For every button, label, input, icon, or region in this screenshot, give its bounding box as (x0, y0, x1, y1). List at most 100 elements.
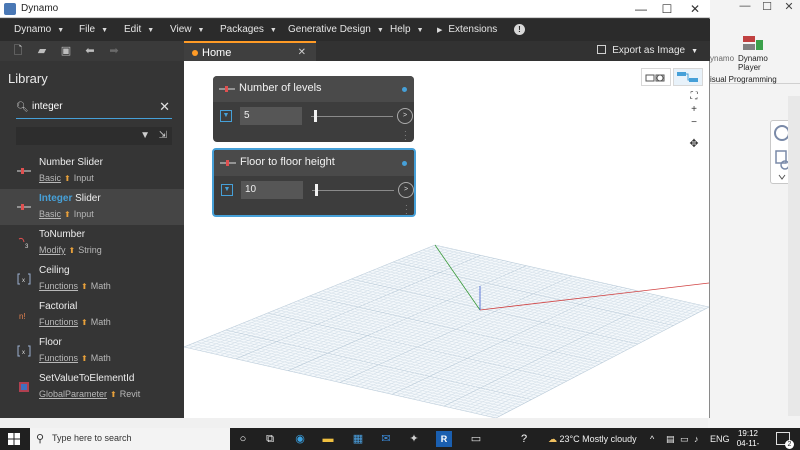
cortana-icon[interactable]: ○ (235, 431, 251, 447)
edge-browser-icon[interactable]: ◉ (292, 431, 308, 447)
pan-icon[interactable]: ✥ (688, 137, 700, 150)
category-link[interactable]: Functions (39, 281, 78, 291)
tab-home[interactable]: Home ✕ (184, 41, 316, 62)
node-status-dot (402, 161, 407, 166)
menu-packages[interactable]: Packages ▼ (220, 19, 277, 41)
close-button[interactable]: ✕ (682, 1, 708, 17)
expand-icon[interactable]: ▼ (220, 110, 232, 122)
library-item[interactable]: 3 ToNumber Modify ⬆ String (0, 225, 184, 261)
library-search-value[interactable]: integer (32, 101, 63, 112)
revit-maximize-button[interactable]: ☐ (760, 0, 774, 18)
window-title: Dynamo (21, 3, 59, 14)
zoom-out-icon[interactable]: − (688, 116, 700, 129)
visual-programming-label: isual Programming (710, 75, 777, 84)
app-icon[interactable]: ✦ (406, 431, 422, 447)
library-item[interactable]: SetValueToElementId GlobalParameter ⬆ Revi… (0, 369, 184, 405)
battery-icon[interactable]: ▭ (680, 428, 689, 450)
slider-thumb[interactable] (315, 184, 318, 196)
library-item-selected[interactable]: Integer Slider Basic ⬆ Input (0, 189, 184, 225)
file-explorer-icon[interactable]: ▬ (320, 431, 336, 447)
save-icon[interactable]: ▣ (60, 45, 72, 57)
notification-center-icon[interactable]: 2 (776, 432, 794, 449)
revit-minimize-button[interactable]: — (738, 0, 752, 18)
undo-icon[interactable]: ⬅ (84, 45, 96, 57)
library-item[interactable]: n! Factorial Functions ⬆ Math (0, 297, 184, 333)
library-item[interactable]: x Ceiling Functions ⬆ Math (0, 261, 184, 297)
windows-start-icon[interactable] (8, 433, 20, 445)
dynamo-player-icon[interactable] (742, 34, 764, 54)
integer-slider-node-selected[interactable]: Floor to floor height ▼ 10 > · · · (212, 148, 416, 218)
redo-icon[interactable]: ➡ (108, 45, 120, 57)
filter-icon[interactable]: ▼ (140, 130, 150, 141)
help-icon[interactable]: ? (516, 431, 532, 447)
zoom-fit-icon[interactable]: ⛶ (688, 90, 700, 103)
taskbar-clock[interactable]: 19:12 04-11-2022 (728, 429, 768, 450)
clear-search-icon[interactable]: ✕ (159, 99, 170, 115)
revit-taskbar-icon[interactable]: R (436, 431, 452, 447)
menu-view[interactable]: View ▼ (170, 19, 204, 41)
integer-slider-node[interactable]: Number of levels ▼ 5 > · · · (213, 76, 414, 144)
menu-extensions[interactable]: ▶ Extensions (437, 19, 497, 41)
output-port[interactable]: > (397, 108, 413, 124)
new-file-icon[interactable]: 🗋 (12, 45, 24, 57)
graph-view-toggle[interactable] (673, 68, 703, 86)
graph-canvas[interactable]: ⛶ + − ✥ Number of levels ▼ 5 > · · · Flo… (184, 61, 709, 418)
menu-generative-design[interactable]: Generative Design ▼ (288, 19, 384, 41)
expand-icon[interactable]: ▼ (221, 184, 233, 196)
export-as-image-button[interactable]: Export as Image ▼ (597, 41, 698, 61)
slider-track[interactable] (311, 116, 393, 117)
library-title: Library (8, 71, 48, 86)
language-indicator[interactable]: ENG (710, 428, 730, 450)
windows-taskbar: ⚲ Type here to search ○ ⧉ ◉ ▬ ▦ ✉ ✦ R ▭ … (0, 428, 800, 450)
menu-edit[interactable]: Edit ▼ (124, 19, 154, 41)
layout-icon[interactable]: ⇲ (159, 130, 167, 141)
output-port[interactable]: > (398, 182, 414, 198)
store-icon[interactable]: ▦ (350, 431, 366, 447)
volume-icon[interactable]: ♪ (694, 428, 699, 450)
network-icon[interactable]: ▤ (666, 428, 675, 450)
maximize-button[interactable]: ☐ (654, 1, 680, 17)
revit-dynamo-label: ynamo (710, 54, 735, 63)
node-menu-icon[interactable]: · · · (405, 202, 409, 218)
weather-widget[interactable]: ☁ 23°C Mostly cloudy (548, 428, 637, 450)
category-link[interactable]: GlobalParameter (39, 389, 107, 399)
info-icon[interactable]: ! (514, 24, 525, 35)
node-header[interactable]: Floor to floor height (214, 150, 414, 176)
geometry-view-toggle[interactable] (641, 68, 671, 86)
library-item[interactable]: Number Slider Basic ⬆ Input (0, 153, 184, 189)
slider-track[interactable] (312, 190, 394, 191)
open-folder-icon[interactable]: ▰ (36, 45, 48, 57)
taskbar-search-input[interactable]: ⚲ Type here to search (30, 428, 230, 450)
revit-scrollbar[interactable] (788, 96, 800, 416)
zoom-in-icon[interactable]: + (688, 103, 700, 116)
library-panel: Library 🔍︎ integer ✕ ▼ ⇲ Number Slider B… (0, 61, 184, 418)
category-link[interactable]: Basic (39, 173, 61, 183)
arrow-icon: ⬆ (64, 174, 71, 183)
menu-help[interactable]: Help ▼ (390, 19, 424, 41)
arrow-icon: ⬆ (81, 318, 88, 327)
setvalue-icon (19, 382, 29, 392)
minimize-button[interactable]: — (628, 1, 654, 17)
slider-value-input[interactable]: 10 (241, 181, 303, 199)
slider-thumb[interactable] (314, 110, 317, 122)
node-header[interactable]: Number of levels (213, 76, 414, 102)
category-link[interactable]: Basic (39, 209, 61, 219)
tray-chevron-icon[interactable]: ^ (650, 428, 654, 450)
task-view-icon[interactable]: ⧉ (262, 431, 278, 447)
menu-file[interactable]: File ▼ (79, 19, 108, 41)
revit-close-button[interactable]: ✕ (782, 0, 796, 18)
menu-dynamo[interactable]: Dynamo ▼ (14, 19, 64, 41)
tab-close-icon[interactable]: ✕ (298, 43, 306, 63)
mail-icon[interactable]: ✉ (378, 431, 394, 447)
node-menu-icon[interactable]: · · · (404, 128, 408, 144)
library-filter-bar: ▼ ⇲ (16, 127, 172, 145)
category-link[interactable]: Modify (39, 245, 66, 255)
category-link[interactable]: Functions (39, 317, 78, 327)
library-item[interactable]: x Floor Functions ⬆ Math (0, 333, 184, 369)
dynamo-player-label[interactable]: Dynamo Player (738, 54, 788, 72)
slider-value-input[interactable]: 5 (240, 107, 302, 125)
integer-slider-icon (17, 204, 31, 210)
library-search-input[interactable]: 🔍︎ integer ✕ (16, 97, 172, 119)
unknown-app-icon[interactable]: ▭ (468, 431, 484, 447)
category-link[interactable]: Functions (39, 353, 78, 363)
